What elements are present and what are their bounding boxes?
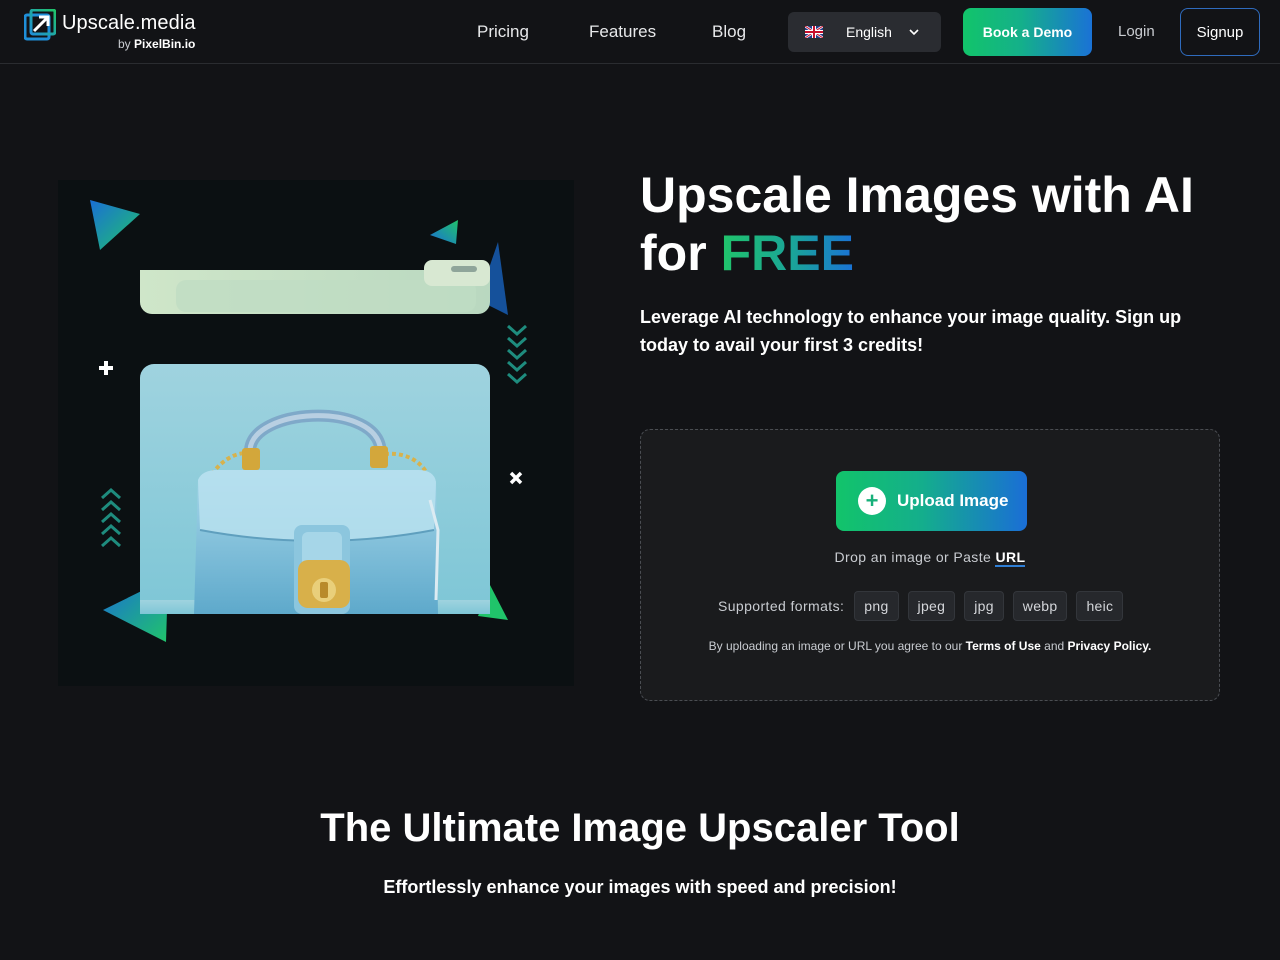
drop-hint-text: Drop an image or Paste — [834, 549, 992, 565]
nav-link-pricing[interactable]: Pricing — [477, 22, 529, 42]
triangle-decoration-icon — [90, 200, 140, 250]
format-chip-jpeg: jpeg — [907, 591, 956, 621]
terms-prefix: By uploading an image or URL you agree t… — [708, 639, 963, 653]
triangle-decoration-icon — [430, 220, 458, 244]
book-demo-button[interactable]: Book a Demo — [963, 8, 1092, 56]
terms-of-use-link[interactable]: Terms of Use — [966, 639, 1041, 653]
uk-flag-icon — [805, 26, 823, 38]
login-link[interactable]: Login — [1118, 23, 1155, 40]
formats-label: Supported formats: — [718, 598, 845, 614]
section-title: The Ultimate Image Upscaler Tool — [320, 806, 960, 850]
hero-title-prefix: for — [640, 225, 707, 281]
logo-by-prefix: by — [118, 37, 131, 51]
upload-button-label: Upload Image — [897, 491, 1009, 510]
plus-icon — [99, 361, 113, 375]
hero-illustration — [58, 180, 574, 686]
format-chip-png: png — [854, 591, 899, 621]
language-selector[interactable]: English — [788, 12, 941, 52]
hero-title-free: FREE — [720, 225, 854, 281]
chevrons-up-icon — [101, 487, 121, 548]
nav-link-blog[interactable]: Blog — [712, 22, 746, 42]
drop-hint: Drop an image or Paste URL — [641, 549, 1219, 567]
supported-formats: Supported formats: png jpeg jpg webp hei… — [718, 591, 1132, 621]
chevrons-down-icon — [507, 324, 527, 385]
logo-byline: by PixelBin.io — [118, 37, 195, 51]
format-chip-heic: heic — [1076, 591, 1124, 621]
upload-dropzone[interactable]: + Upload Image Drop an image or Paste UR… — [640, 429, 1220, 701]
chevron-down-icon — [909, 29, 919, 36]
hero-lead: Leverage AI technology to enhance your i… — [640, 307, 1182, 355]
nav-link-features[interactable]: Features — [589, 22, 656, 42]
upload-image-button[interactable]: + Upload Image — [836, 471, 1027, 531]
logo-by-brand: PixelBin.io — [134, 37, 196, 51]
terms-notice: By uploading an image or URL you agree t… — [641, 639, 1219, 653]
signup-button[interactable]: Signup — [1180, 8, 1260, 56]
logo-name: Upscale.media — [62, 12, 196, 34]
format-chip-webp: webp — [1012, 591, 1068, 621]
top-navbar: Upscale.media by PixelBin.io Pricing Fea… — [0, 0, 1280, 64]
handbag-upscale-illustration — [90, 200, 527, 642]
logo-icon — [24, 9, 56, 41]
plus-circle-icon: + — [858, 487, 886, 515]
terms-and: and — [1044, 639, 1065, 653]
hero-title-line1: Upscale Images with AI — [640, 167, 1194, 223]
language-label: English — [846, 24, 892, 40]
paste-url-link[interactable]: URL — [995, 549, 1026, 567]
format-chip-jpg: jpg — [964, 591, 1004, 621]
privacy-policy-link[interactable]: Privacy Policy. — [1068, 639, 1152, 653]
close-icon — [509, 471, 523, 485]
hero-title: Upscale Images with AI for FREE — [640, 166, 1240, 282]
section-subtitle: Effortlessly enhance your images with sp… — [383, 877, 897, 897]
